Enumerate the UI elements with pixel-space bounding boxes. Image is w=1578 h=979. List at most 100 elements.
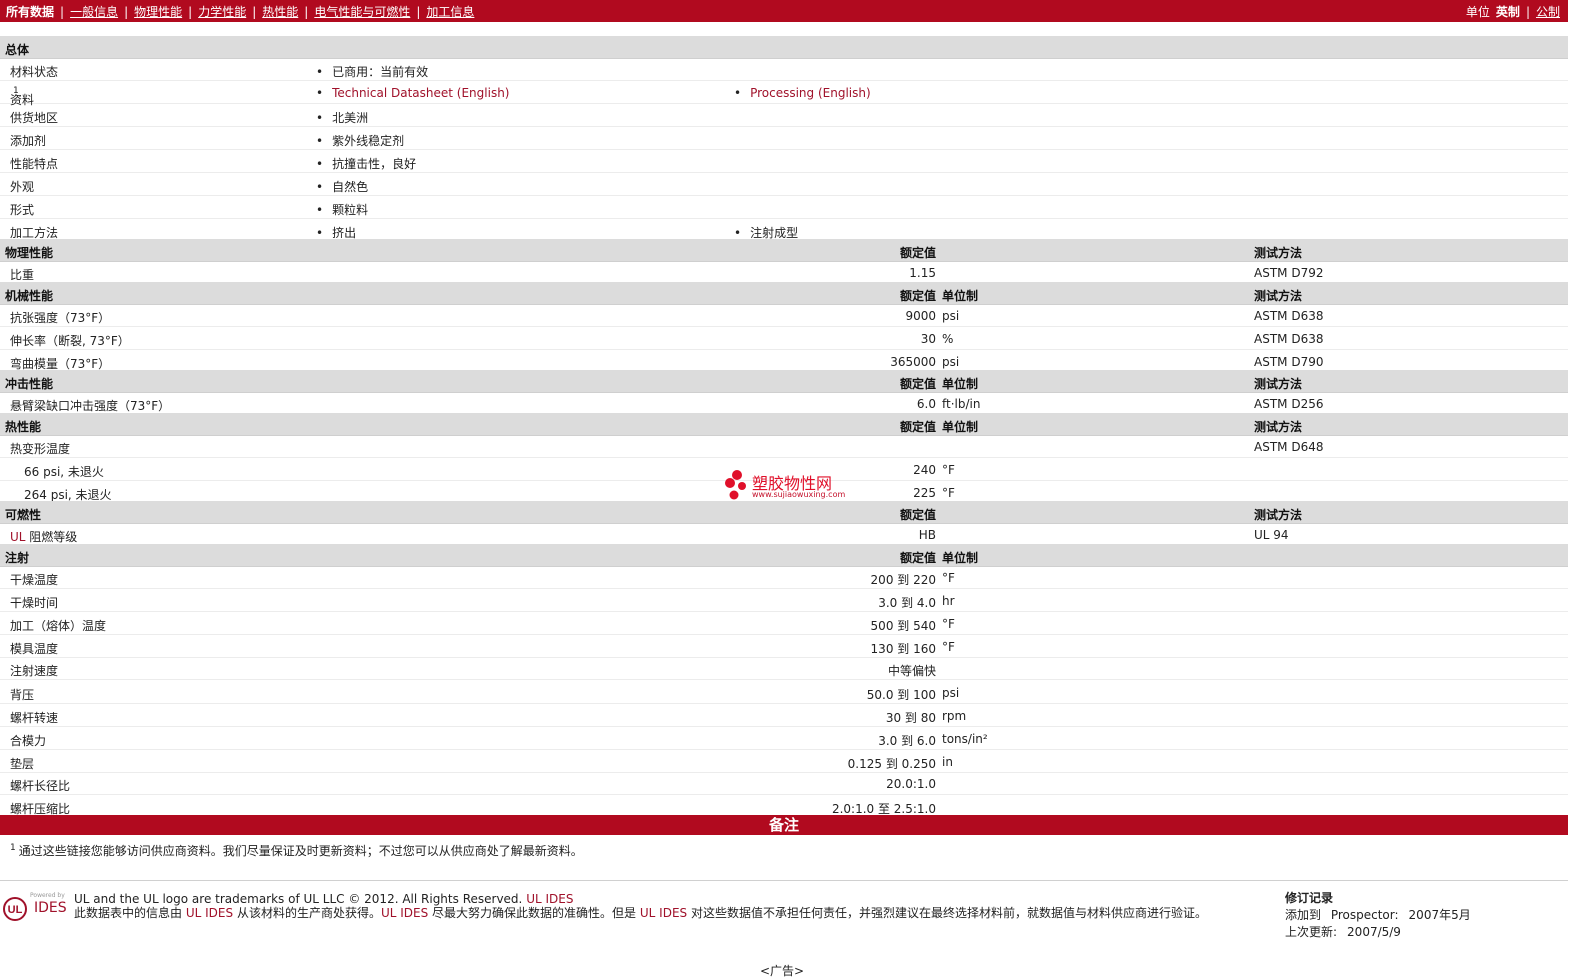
table-row: 螺杆长径比 20.0:1.0 [0,772,1568,795]
ul-ides-link[interactable]: UL IDES [526,892,573,906]
col-header-test: 测试方法 [1254,420,1303,434]
table-row: 背压 50.0 到 100 psi [0,681,1568,704]
table-row: UL 阻燃等级 HB UL 94 [0,523,1568,546]
added-label: 添加到 [1285,908,1322,922]
col-header-unit: 单位制 [942,420,979,434]
section-title: 机械性能 [5,289,54,303]
table-row: 形式 颗粒料 [0,196,1568,219]
updated-date: 2007/5/9 [1347,925,1401,939]
row-value: 6.0 [916,397,936,411]
section-header-flammability: 可燃性 额定值 测试方法 [0,501,1568,524]
row-value: 130 到 160 [870,642,936,656]
row-value: 0.125 到 0.250 [847,757,936,771]
row-label: 注射速度 [10,664,59,678]
row-label: 干燥温度 [10,573,59,587]
row-value: 50.0 到 100 [866,688,936,702]
row-label: 供货地区 [10,111,59,125]
tab-general-info[interactable]: 一般信息 [70,3,118,20]
row-unit: °F [942,640,955,654]
section-header-injection: 注射 额定值 单位制 [0,544,1568,567]
row-value: 紫外线稳定剂 [316,132,404,149]
advertisement-label: <广告> [760,964,805,978]
row-value: 抗撞击性，良好 [316,155,416,172]
row-unit: hr [942,594,955,608]
row-test-method: ASTM D638 [1254,309,1324,323]
footnote-number: 1 [10,843,16,853]
row-test-method: UL 94 [1254,528,1289,542]
row-label: 抗张强度（73°F） [10,311,111,325]
row-label: 悬臂梁缺口冲击强度（73°F） [10,399,171,413]
row-unit: °F [942,486,955,500]
row-unit: °F [942,571,955,585]
tab-all-data[interactable]: 所有数据 [6,3,54,20]
table-row: 性能特点 抗撞击性，良好 [0,150,1568,173]
col-header-value: 额定值 [899,508,936,522]
units-metric-link[interactable]: 公制 [1536,5,1560,19]
disclaimer-text: 此数据表中的信息由 UL IDES 从该材料的生产商处获得。UL IDES 尽最… [74,906,1207,920]
table-row: 热变形温度 ASTM D648 [0,435,1568,458]
notes-header: 备注 [0,815,1568,835]
row-value: 365000 [890,355,936,369]
powered-by-label: Powered by [30,892,65,899]
row-test-method: ASTM D638 [1254,332,1324,346]
ul-label-prefix: UL [10,530,26,544]
row-unit: psi [942,355,960,369]
tab-physical[interactable]: 物理性能 [134,3,182,20]
section-header-general: 总体 [0,36,1568,59]
row-value: 3.0 到 4.0 [878,596,936,610]
table-row: 材料状态 已商用：当前有效 [0,58,1568,81]
section-header-thermal: 热性能 额定值 单位制 测试方法 [0,413,1568,436]
top-nav-bar: 所有数据 | 一般信息 | 物理性能 | 力学性能 | 热性能 | 电气性能与可燃性 | 加工信息 单位… [0,0,1568,22]
row-label: 螺杆长径比 [10,779,71,793]
table-row: 外观 自然色 [0,173,1568,196]
col-header-value: 额定值 [899,551,936,565]
col-header-value: 额定值 [899,246,936,260]
footnote: 1 通过这些链接您能够访问供应商资料。我们尽量保证及时更新资料；不过您可以从供应商… [10,842,583,859]
row-unit: psi [942,686,960,700]
units-label: 单位 [1465,5,1490,19]
section-title: 冲击性能 [5,377,54,391]
row-label: 材料状态 [10,65,59,79]
ides-wordmark: IDES [34,900,67,916]
units-imperial: 英制 [1495,5,1520,19]
section-title: 物理性能 [5,246,54,260]
section-title: 热性能 [5,420,42,434]
row-label: 比重 [10,268,35,282]
section-header-mechanical: 机械性能 额定值 单位制 测试方法 [0,282,1568,305]
row-value: 30 [920,332,936,346]
table-row: 添加剂 紫外线稳定剂 [0,127,1568,150]
col-header-test: 测试方法 [1254,289,1303,303]
row-unit: in [942,755,953,769]
row-label: 外观 [10,180,35,194]
section-title: 总体 [5,43,30,57]
table-row: 干燥时间 3.0 到 4.0 hr [0,589,1568,612]
row-value: 9000 [905,309,936,323]
footer-divider [0,880,1568,881]
row-unit: tons/in² [942,732,988,746]
tab-electrical-flammability[interactable]: 电气性能与可燃性 [314,3,410,20]
tab-processing[interactable]: 加工信息 [426,3,474,20]
tab-mechanical[interactable]: 力学性能 [198,3,246,20]
technical-datasheet-link[interactable]: Technical Datasheet (English) [332,86,509,100]
col-header-unit: 单位制 [942,289,979,303]
tab-thermal[interactable]: 热性能 [262,3,298,20]
row-label: 资料 1 [10,86,35,107]
row-value: 200 到 220 [870,573,936,587]
row-label: 背压 [10,688,35,702]
row-unit: °F [942,463,955,477]
table-row: 资料1 Technical Datasheet (English) Proces… [0,81,1568,107]
table-row: 加工（熔体）温度 500 到 540 °F [0,612,1568,635]
row-unit: % [942,332,954,346]
col-header-value: 额定值 [899,420,936,434]
category-tabs: 所有数据 | 一般信息 | 物理性能 | 力学性能 | 热性能 | 电气性能与可燃性 | 加工信息 [6,3,475,20]
row-value: 20.0:1.0 [886,777,936,791]
row-label: 合模力 [10,734,47,748]
row-label: 热变形温度 [10,442,71,456]
row-test-method: ASTM D256 [1254,397,1324,411]
row-label: 伸长率（断裂, 73°F） [10,334,130,348]
col-header-value: 额定值 [899,377,936,391]
table-row: 注射速度 中等偏快 [0,657,1568,680]
row-label: 形式 [10,203,35,217]
processing-link[interactable]: Processing (English) [750,86,871,100]
col-header-test: 测试方法 [1254,508,1303,522]
